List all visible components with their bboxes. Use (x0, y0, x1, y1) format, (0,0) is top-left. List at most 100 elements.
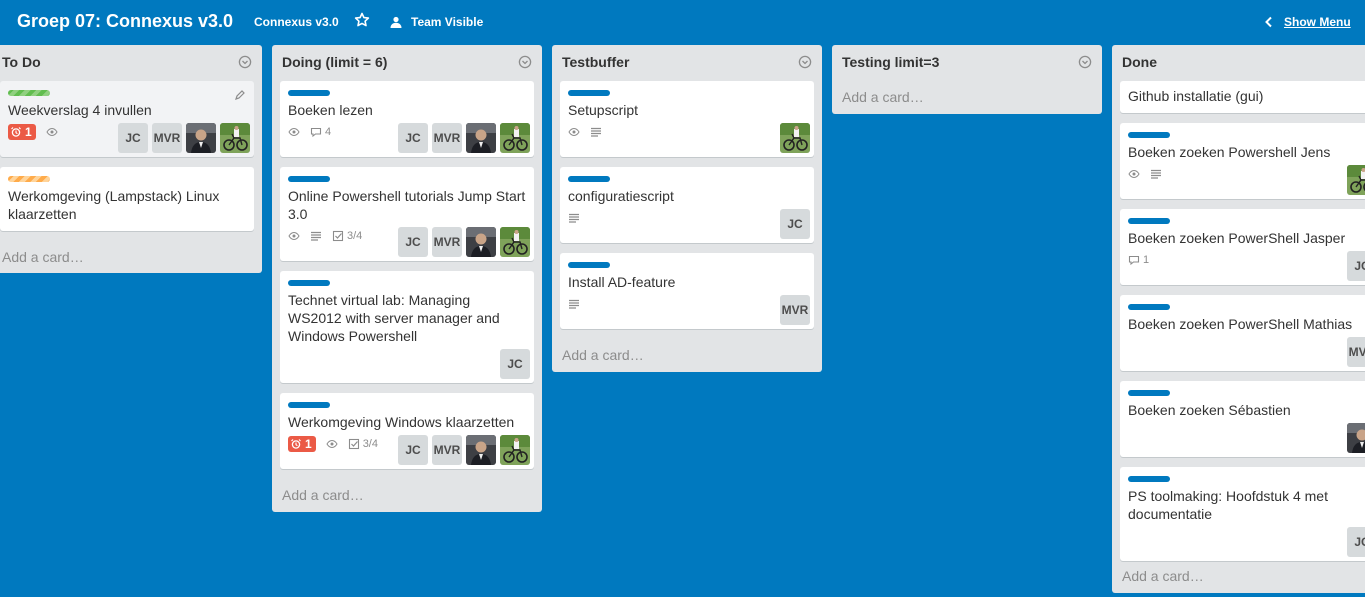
avatar-photo-cyclist[interactable] (500, 435, 530, 465)
card[interactable]: Weekverslag 4 invullen 1 JC MVR (0, 81, 254, 157)
board-title[interactable]: Groep 07: Connexus v3.0 (17, 11, 233, 32)
card-label-blue (288, 176, 330, 182)
avatar-jc[interactable]: JC (1347, 527, 1365, 557)
avatar-photo-man[interactable] (1347, 423, 1365, 453)
add-card-button[interactable]: Add a card… (282, 487, 364, 503)
avatar-mvr[interactable]: MVR (432, 435, 462, 465)
card-label-blue (1128, 476, 1170, 482)
eye-icon (288, 231, 300, 241)
avatar-photo-man[interactable] (466, 123, 496, 153)
checklist-badge: 3/4 (332, 230, 362, 242)
avatar-jc[interactable]: JC (398, 435, 428, 465)
add-card-button[interactable]: Add a card… (2, 249, 84, 265)
card-title: Werkomgeving (Lampstack) Linux klaarzett… (8, 188, 220, 222)
due-count: 1 (305, 437, 312, 451)
list-title[interactable]: Done (1122, 54, 1157, 70)
list-header[interactable]: Done (1112, 45, 1365, 80)
card[interactable]: Boeken zoeken Sébastien (1120, 381, 1365, 457)
card-members: JC (780, 209, 810, 239)
avatar-mvr[interactable]: MVR (432, 227, 462, 257)
avatar-jc[interactable]: JC (118, 123, 148, 153)
chevron-down-circle-icon[interactable] (238, 55, 252, 69)
list-title[interactable]: To Do (2, 54, 41, 70)
comments-badge: 1 (1128, 254, 1149, 266)
avatar-mvr[interactable]: MVR (152, 123, 182, 153)
card[interactable]: Technet virtual lab: Managing WS2012 wit… (280, 271, 534, 383)
card-members (1347, 423, 1365, 453)
add-card-button[interactable]: Add a card… (562, 347, 644, 363)
checkbox-icon (348, 438, 359, 450)
eye-icon (568, 127, 580, 137)
card[interactable]: Werkomgeving Windows klaarzetten 1 3/4 J… (280, 393, 534, 469)
add-card-button[interactable]: Add a card… (1122, 568, 1204, 584)
chevron-left-icon (1265, 16, 1272, 28)
card-members (780, 123, 810, 153)
avatar-jc[interactable]: JC (398, 123, 428, 153)
avatar-jc[interactable]: JC (500, 349, 530, 379)
avatar-mvr[interactable]: MVR (1347, 337, 1365, 367)
list-header[interactable]: Doing (limit = 6) (272, 45, 542, 80)
list-header[interactable]: To Do (0, 45, 262, 80)
card-title: Online Powershell tutorials Jump Start 3… (288, 188, 526, 222)
card[interactable]: Boeken lezen 4 JC MVR (280, 81, 534, 157)
avatar-photo-man[interactable] (466, 227, 496, 257)
card-members: MVR (780, 295, 810, 325)
visibility-button[interactable]: Team Visible (389, 13, 483, 31)
card-members (1347, 165, 1365, 195)
card-title: Technet virtual lab: Managing WS2012 wit… (288, 292, 500, 344)
card-badges: 1 (8, 124, 58, 140)
avatar-jc[interactable]: JC (398, 227, 428, 257)
show-menu-button[interactable]: Show Menu (1264, 13, 1351, 31)
avatar-photo-cyclist[interactable] (1347, 165, 1365, 195)
card-title: Boeken zoeken Sébastien (1128, 402, 1291, 418)
card[interactable]: configuratiescript JC (560, 167, 814, 243)
avatar-photo-cyclist[interactable] (780, 123, 810, 153)
avatar-jc[interactable]: JC (1347, 251, 1365, 281)
list-title[interactable]: Testbuffer (562, 54, 629, 70)
list-title[interactable]: Testing limit=3 (842, 54, 939, 70)
avatar-mvr[interactable]: MVR (780, 295, 810, 325)
eye-icon (288, 127, 300, 137)
card[interactable]: Setupscript (560, 81, 814, 157)
comments-badge: 4 (310, 126, 331, 138)
card[interactable]: Install AD-feature MVR (560, 253, 814, 329)
card-members: JC MVR (118, 123, 250, 153)
avatar-photo-cyclist[interactable] (500, 227, 530, 257)
card-label-green (8, 90, 50, 96)
comments-count: 1 (1143, 254, 1150, 266)
card[interactable]: Werkomgeving (Lampstack) Linux klaarzett… (0, 167, 254, 231)
star-icon[interactable] (354, 12, 370, 28)
card[interactable]: Boeken zoeken Powershell Jens (1120, 123, 1365, 199)
due-badge: 1 (8, 124, 36, 140)
card-label-blue (288, 402, 330, 408)
avatar-photo-man[interactable] (466, 435, 496, 465)
team-icon (390, 16, 402, 28)
list-header[interactable]: Testing limit=3 (832, 45, 1102, 80)
chevron-down-circle-icon[interactable] (798, 55, 812, 69)
avatar-photo-cyclist[interactable] (220, 123, 250, 153)
chevron-down-circle-icon[interactable] (1078, 55, 1092, 69)
card[interactable]: Github installatie (gui) (1120, 81, 1365, 113)
avatar-photo-man[interactable] (186, 123, 216, 153)
card[interactable]: PS toolmaking: Hoofdstuk 4 met documenta… (1120, 467, 1365, 561)
add-card-button[interactable]: Add a card… (842, 89, 924, 105)
board-header: Groep 07: Connexus v3.0 Connexus v3.0 Te… (0, 0, 1365, 44)
avatar-mvr[interactable]: MVR (432, 123, 462, 153)
show-menu-label: Show Menu (1284, 15, 1351, 29)
list-title[interactable]: Doing (limit = 6) (282, 54, 387, 70)
avatar-photo-cyclist[interactable] (500, 123, 530, 153)
description-icon (311, 231, 321, 241)
avatar-jc[interactable]: JC (780, 209, 810, 239)
card[interactable]: Boeken zoeken PowerShell Mathias MVR (1120, 295, 1365, 371)
card-label-orange (8, 176, 50, 182)
card-badges: 1 3/4 (288, 436, 378, 452)
card-title: Werkomgeving Windows klaarzetten (288, 414, 515, 430)
card[interactable]: Online Powershell tutorials Jump Start 3… (280, 167, 534, 261)
chevron-down-circle-icon[interactable] (518, 55, 532, 69)
list-header[interactable]: Testbuffer (552, 45, 822, 80)
checklist-count: 3/4 (362, 438, 378, 450)
card-label-blue (568, 90, 610, 96)
card[interactable]: Boeken zoeken PowerShell Jasper 1 JC (1120, 209, 1365, 285)
pencil-icon[interactable] (234, 89, 246, 101)
board-org-link[interactable]: Connexus v3.0 (254, 15, 339, 29)
